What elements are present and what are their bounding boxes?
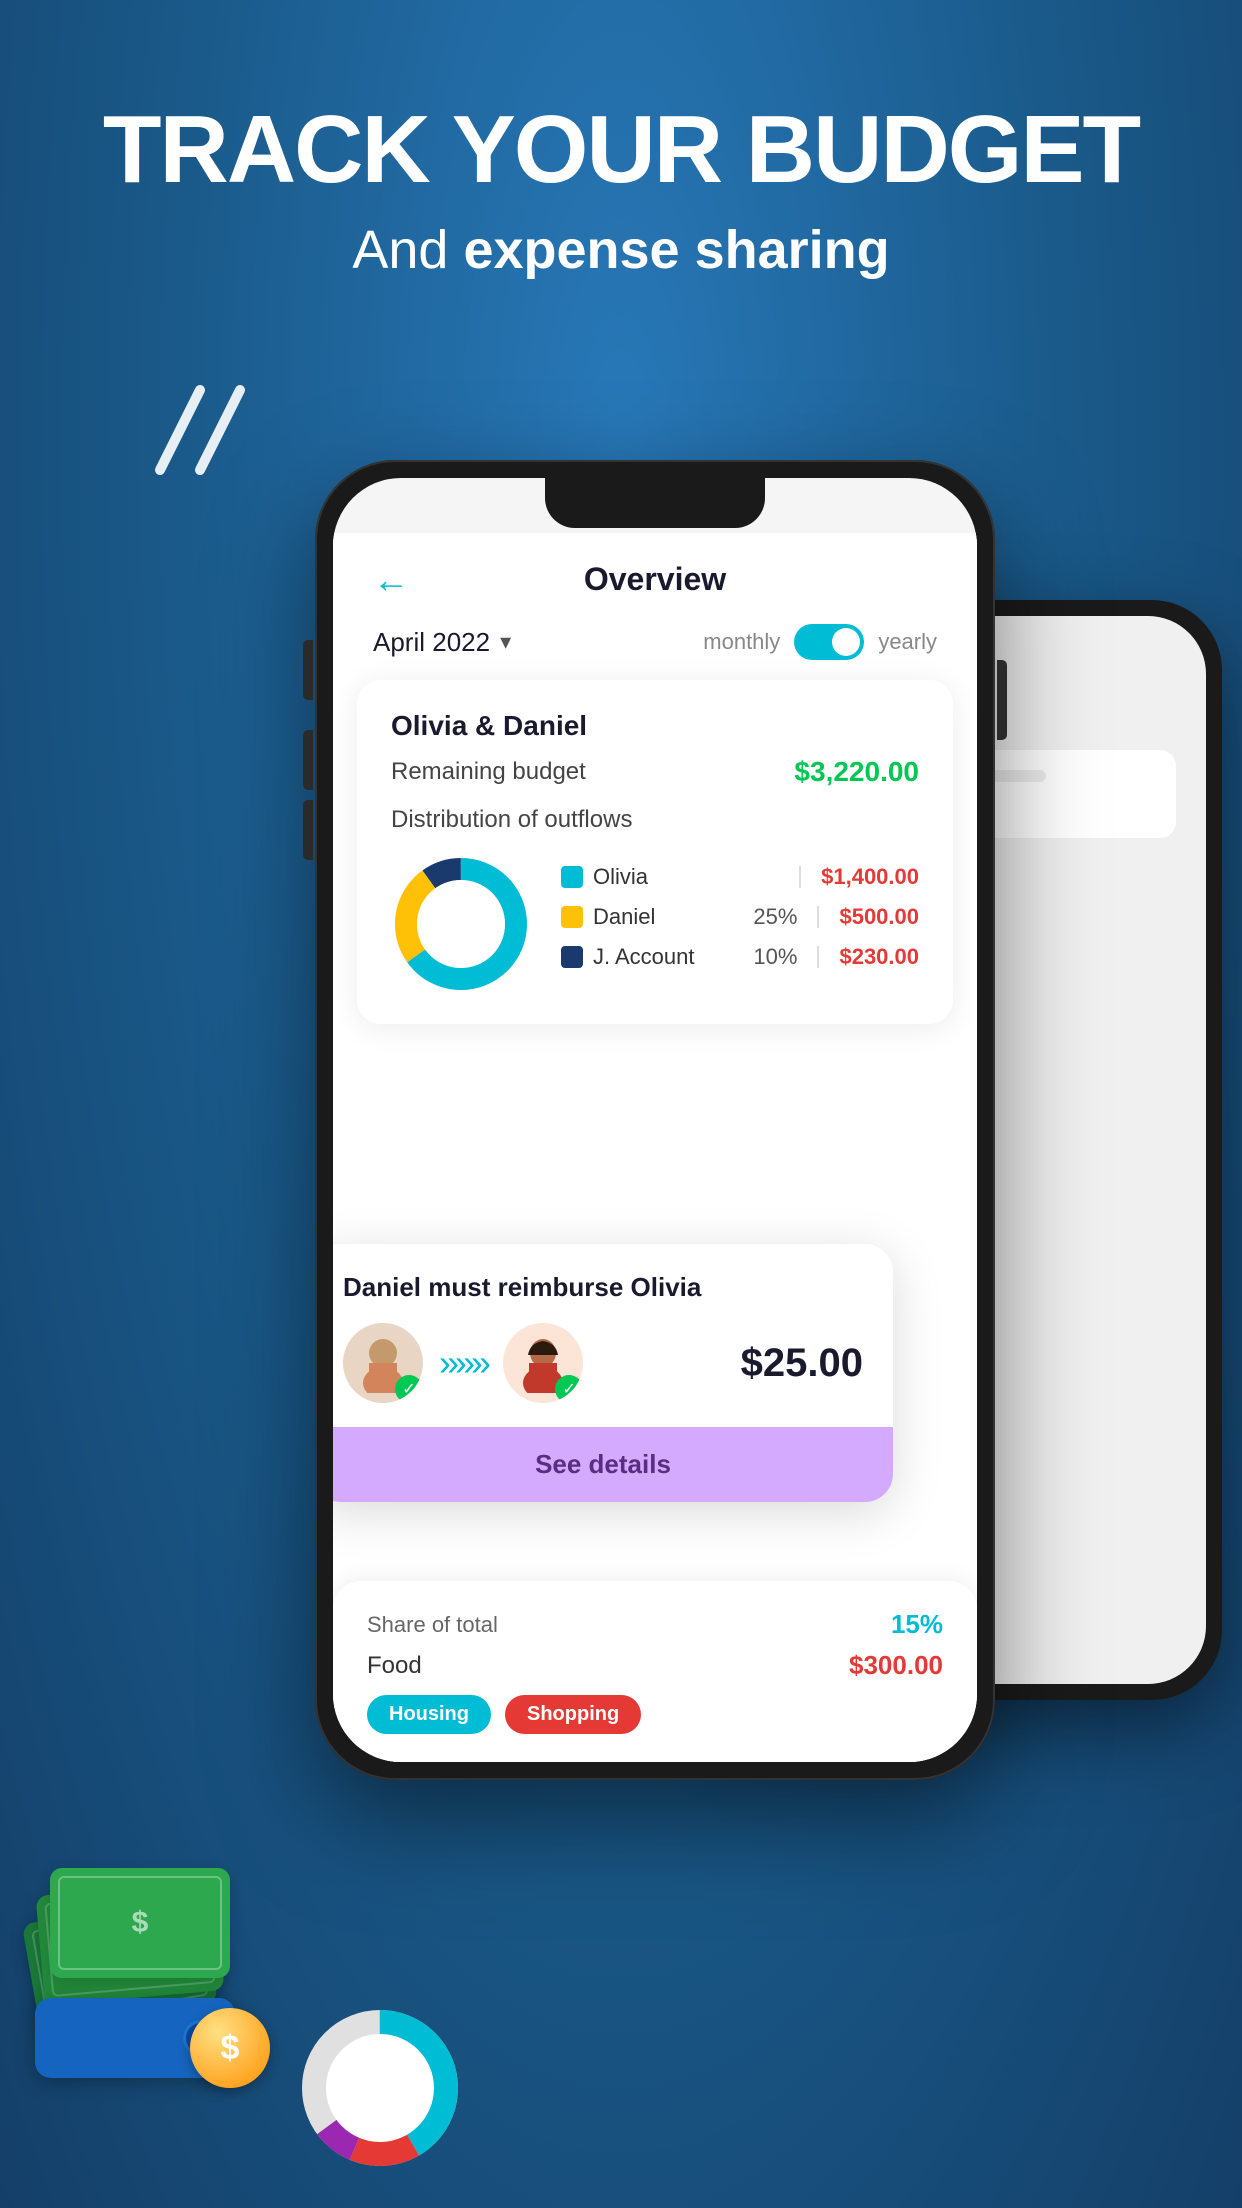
food-amount: $300.00 bbox=[849, 1650, 943, 1681]
period-selector[interactable]: April 2022 ▾ bbox=[373, 627, 511, 658]
divider bbox=[817, 906, 819, 928]
budget-card-title: Olivia & Daniel bbox=[391, 710, 919, 742]
decorative-icons: $ $ $ bbox=[30, 1878, 250, 2078]
subtitle-plain: And bbox=[352, 220, 463, 280]
phone-notch bbox=[545, 478, 765, 528]
reimburse-card: Daniel must reimburse Olivia bbox=[333, 1244, 893, 1502]
slash-decoration bbox=[130, 370, 310, 495]
olivia-color-dot bbox=[561, 866, 583, 888]
remaining-amount: $3,220.00 bbox=[794, 756, 919, 788]
share-label: Share of total bbox=[367, 1612, 498, 1638]
jaccount-pct: 10% bbox=[753, 944, 797, 970]
jaccount-amount: $230.00 bbox=[839, 944, 919, 970]
yearly-label: yearly bbox=[878, 629, 937, 655]
divider bbox=[817, 946, 819, 968]
jaccount-color-dot bbox=[561, 946, 583, 968]
back-button[interactable]: ← bbox=[373, 559, 409, 601]
housing-tag[interactable]: Housing bbox=[367, 1695, 491, 1734]
jaccount-name: J. Account bbox=[593, 944, 743, 970]
legend-daniel: Daniel 25% $500.00 bbox=[561, 904, 919, 930]
donut-chart bbox=[391, 854, 531, 994]
chart-legend: Olivia $1,400.00 Daniel 25% $500.00 bbox=[561, 864, 919, 984]
share-pct: 15% bbox=[891, 1609, 943, 1640]
daniel-badge: ✓ bbox=[395, 1375, 423, 1403]
phone-frame: ← Overview April 2022 ▾ monthly yearly bbox=[315, 460, 995, 1780]
monthly-label: monthly bbox=[703, 629, 780, 655]
subtitle: And expense sharing bbox=[0, 219, 1242, 281]
period-label: April 2022 bbox=[373, 627, 490, 658]
period-dropdown-icon: ▾ bbox=[500, 629, 511, 655]
food-row: Food $300.00 bbox=[367, 1650, 943, 1681]
period-bar: April 2022 ▾ monthly yearly bbox=[333, 614, 977, 680]
nav-bar: ← Overview bbox=[333, 533, 977, 614]
nav-title: Overview bbox=[584, 561, 726, 598]
shopping-tag[interactable]: Shopping bbox=[505, 1695, 641, 1734]
reimburse-row: ✓ »»» bbox=[343, 1323, 863, 1403]
daniel-color-dot bbox=[561, 906, 583, 928]
divider bbox=[799, 866, 801, 888]
view-toggle-group: monthly yearly bbox=[703, 624, 937, 660]
daniel-avatar: ✓ bbox=[343, 1323, 423, 1403]
remaining-label: Remaining budget bbox=[391, 758, 586, 786]
avatars-row: ✓ »»» bbox=[343, 1323, 583, 1403]
legend-olivia: Olivia $1,400.00 bbox=[561, 864, 919, 890]
coin-icon: $ bbox=[190, 2008, 270, 2088]
reimburse-amount: $25.00 bbox=[741, 1341, 863, 1386]
food-label: Food bbox=[367, 1652, 422, 1680]
bottom-donut-decoration bbox=[300, 2008, 460, 2168]
bill-front: $ bbox=[50, 1868, 230, 1978]
chart-area: Olivia $1,400.00 Daniel 25% $500.00 bbox=[391, 854, 919, 994]
subtitle-bold: expense sharing bbox=[463, 220, 889, 280]
legend-jaccount: J. Account 10% $230.00 bbox=[561, 944, 919, 970]
remaining-budget-row: Remaining budget $3,220.00 bbox=[391, 756, 919, 788]
main-title: TRACK YOUR BUDGET bbox=[0, 100, 1242, 201]
daniel-pct: 25% bbox=[753, 904, 797, 930]
olivia-avatar: ✓ bbox=[503, 1323, 583, 1403]
daniel-name: Daniel bbox=[593, 904, 743, 930]
olivia-amount: $1,400.00 bbox=[821, 864, 919, 890]
transfer-arrows-icon: »»» bbox=[439, 1342, 487, 1384]
see-details-button[interactable]: See details bbox=[333, 1427, 893, 1502]
period-toggle-switch[interactable] bbox=[794, 624, 864, 660]
tag-row: Housing Shopping bbox=[367, 1695, 943, 1734]
screen-content: ← Overview April 2022 ▾ monthly yearly bbox=[333, 533, 977, 1762]
reimburse-body: Daniel must reimburse Olivia bbox=[333, 1244, 893, 1427]
reimburse-title: Daniel must reimburse Olivia bbox=[343, 1272, 863, 1303]
phone-main: ← Overview April 2022 ▾ monthly yearly bbox=[315, 460, 995, 1780]
budget-card: Olivia & Daniel Remaining budget $3,220.… bbox=[357, 680, 953, 1024]
daniel-amount: $500.00 bbox=[839, 904, 919, 930]
share-row: Share of total 15% bbox=[367, 1609, 943, 1640]
olivia-badge: ✓ bbox=[555, 1375, 583, 1403]
bottom-card: Share of total 15% Food $300.00 Housing … bbox=[333, 1581, 977, 1762]
olivia-name: Olivia bbox=[593, 864, 789, 890]
distribution-label: Distribution of outflows bbox=[391, 806, 919, 834]
header-section: TRACK YOUR BUDGET And expense sharing bbox=[0, 100, 1242, 281]
phone-screen: ← Overview April 2022 ▾ monthly yearly bbox=[333, 478, 977, 1762]
